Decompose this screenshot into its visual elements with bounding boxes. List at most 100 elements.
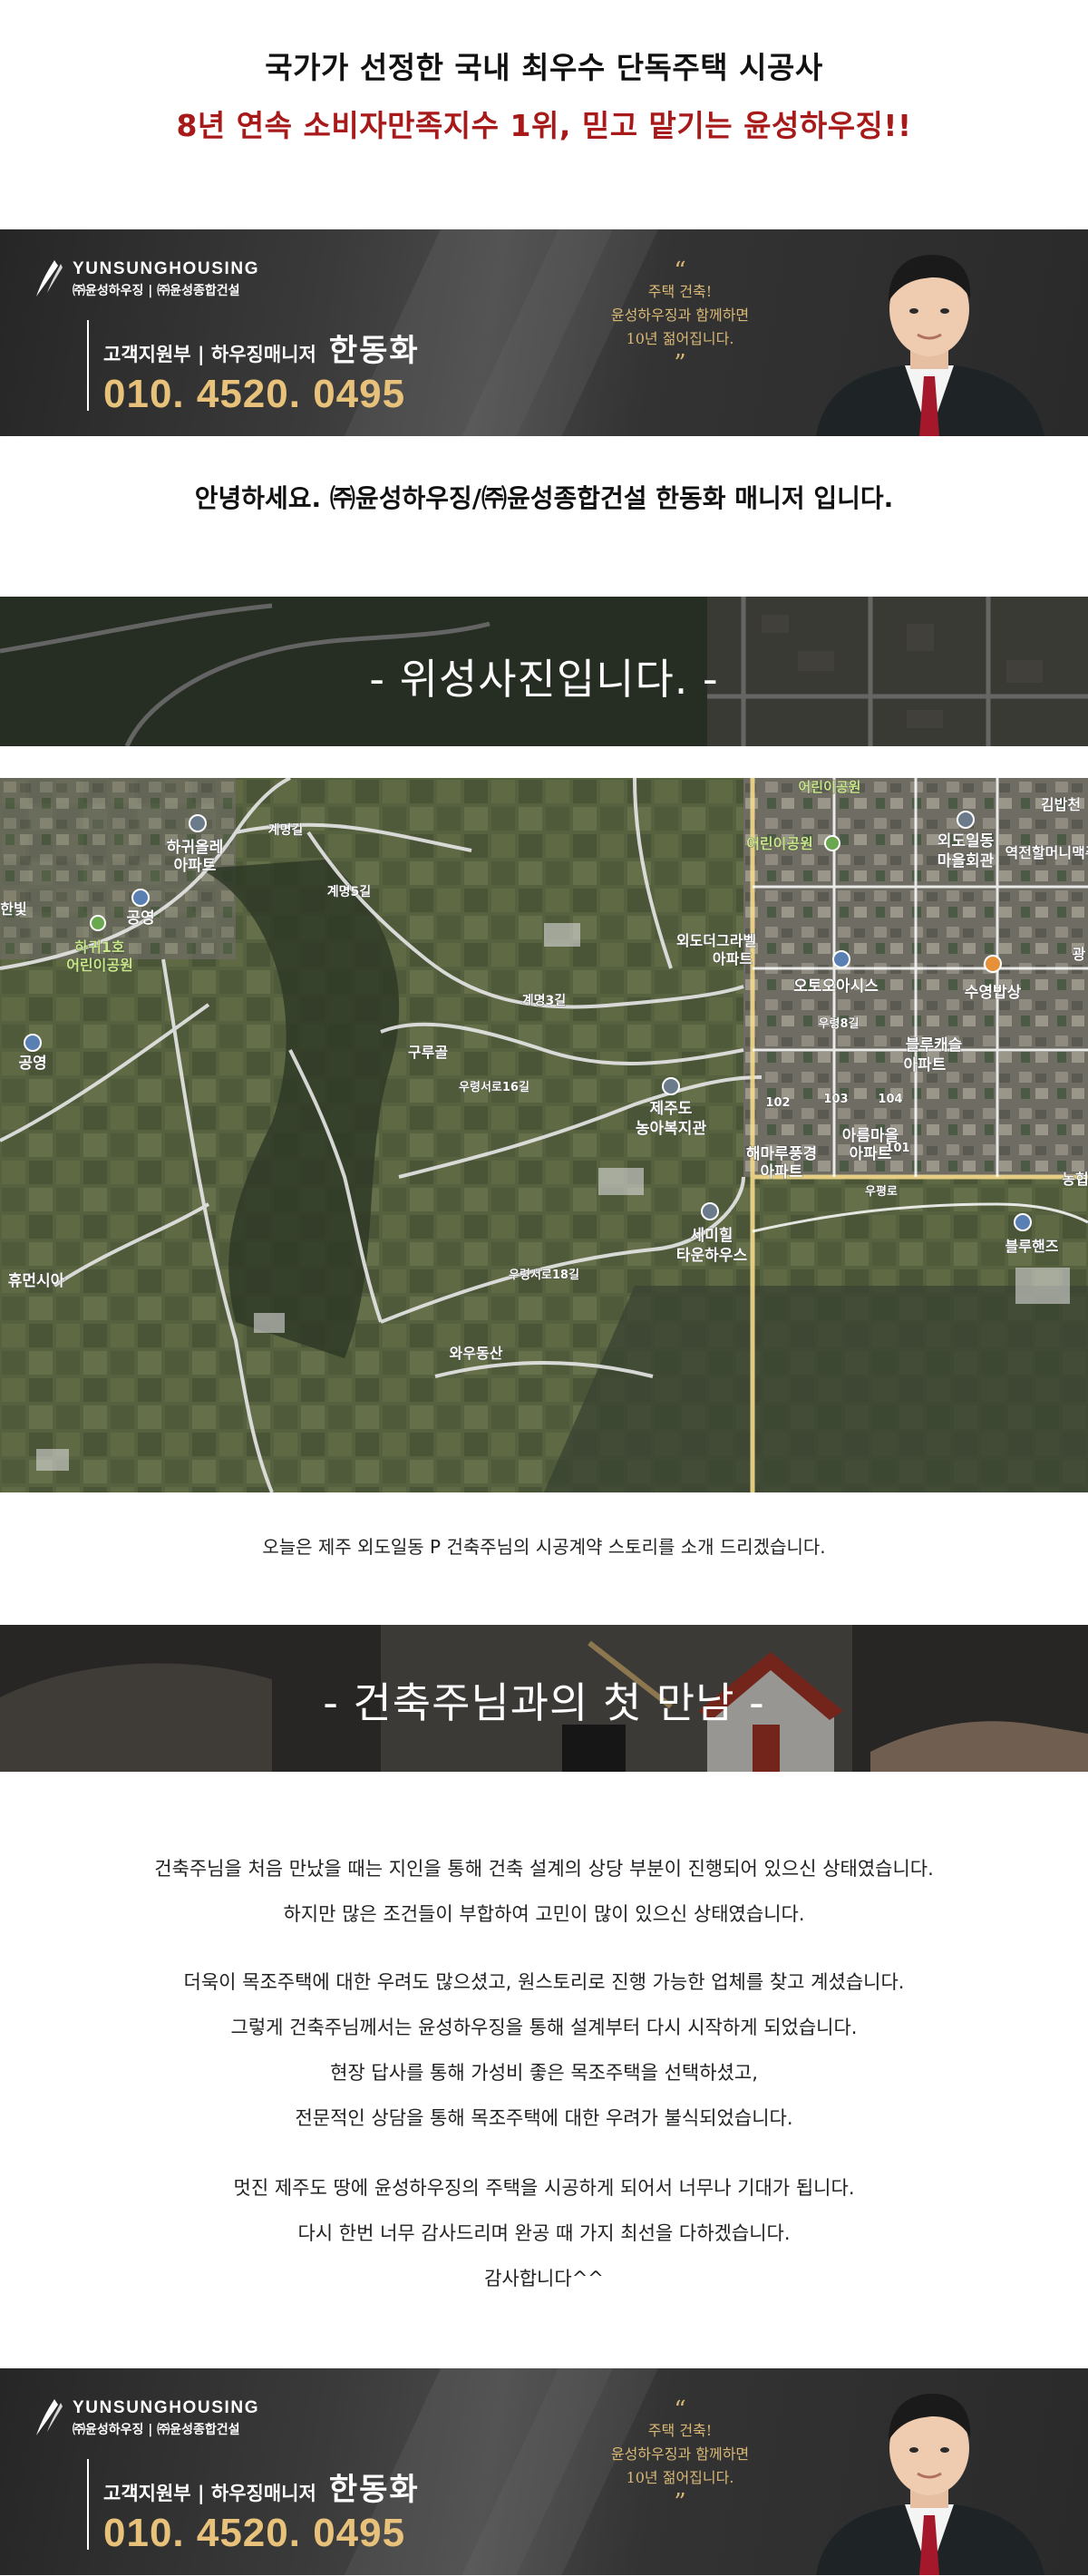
map-label: 계명길 bbox=[268, 822, 304, 838]
quote-close-icon: ” bbox=[674, 2489, 686, 2516]
manager-banner-top: YUNSUNGHOUSING ㈜윤성하우징 | ㈜윤성종합건설 고객지원부 | … bbox=[0, 229, 1088, 436]
map-label: 세미힐 bbox=[691, 1226, 733, 1245]
restaurant-marker-icon bbox=[984, 955, 1002, 973]
intro-slogan: 8년 연속 소비자만족지수 1위, 믿고 맡기는 윤성하우징!! bbox=[176, 108, 912, 143]
map-label: 아파트 bbox=[174, 857, 217, 875]
map-label: 계명5길 bbox=[327, 884, 371, 899]
map-label: 오토오아시스 bbox=[793, 977, 879, 996]
manager-portrait bbox=[798, 2368, 1061, 2575]
quote-line: 10년 젊어집니다. bbox=[626, 2469, 734, 2486]
map-label: 수영밥상 bbox=[965, 984, 1022, 1002]
map-label: 어린이공원 bbox=[66, 957, 133, 974]
map-label: 제주도 bbox=[650, 1100, 693, 1118]
map-label: 휴먼시아 bbox=[8, 1271, 65, 1290]
building-marker-icon bbox=[662, 1077, 680, 1095]
map-label: 타운하우스 bbox=[676, 1247, 748, 1265]
company-logo: YUNSUNGHOUSING ㈜윤성하우징 | ㈜윤성종합건설 bbox=[31, 2396, 259, 2441]
contact-name: 한동화 bbox=[328, 333, 420, 369]
quote-close-icon: ” bbox=[674, 350, 686, 377]
map-label: 구루골 bbox=[408, 1044, 448, 1061]
map-label: 103 bbox=[823, 1093, 848, 1106]
map-label: 우령8길 bbox=[819, 1017, 860, 1031]
car-service-marker-icon bbox=[1014, 1213, 1032, 1231]
quote-line: 주택 건축! bbox=[647, 283, 713, 300]
map-label: 와우동산 bbox=[450, 1345, 503, 1362]
story-line: 더욱이 목조주택에 대한 우려도 많으셨고, 원스토리로 진행 가능한 업체를 … bbox=[183, 1971, 905, 1993]
map-label: 어린이공원 bbox=[746, 835, 813, 852]
story-line: 다시 한번 너무 감사드리며 완공 때 가지 최선을 다하겠습니다. bbox=[297, 2222, 791, 2244]
contact-role: 고객지원부 | 하우징매니저 bbox=[103, 2483, 316, 2504]
parking-marker-icon bbox=[24, 1034, 42, 1052]
map-label: 하귀1호 bbox=[74, 938, 125, 956]
car-service-marker-icon bbox=[832, 950, 850, 968]
building-marker-icon bbox=[957, 811, 975, 829]
contact-block: 고객지원부 | 하우징매니저 한동화 010. 4520. 0495 bbox=[87, 320, 420, 416]
map-label: 농협 bbox=[1062, 1171, 1088, 1188]
story-line: 전문적인 상담을 통해 목조주택에 대한 우려가 불식되었습니다. bbox=[295, 2107, 793, 2129]
apartment-marker-icon bbox=[189, 814, 207, 832]
map-label: 101 bbox=[885, 1142, 909, 1155]
meeting-title-strip: - 건축주님과의 첫 만남 - bbox=[0, 1625, 1088, 1772]
contact-phone[interactable]: 010. 4520. 0495 bbox=[103, 372, 420, 417]
story-line: 그렇게 건축주님께서는 윤성하우징을 통해 설계부터 다시 시작하게 되었습니다… bbox=[230, 2017, 858, 2038]
map-label: 외도더그라벨 bbox=[676, 932, 756, 949]
map-label: 아파트 bbox=[713, 950, 753, 967]
map-label: 블루핸즈 bbox=[1005, 1238, 1059, 1255]
logo-korean: ㈜윤성하우징 | ㈜윤성종합건설 bbox=[73, 2423, 240, 2437]
story-line: 현장 답사를 통해 가성비 좋은 목조주택을 선택하셨고, bbox=[330, 2062, 758, 2084]
satellite-title-strip: - 위성사진입니다. - bbox=[0, 597, 1088, 746]
logo-korean: ㈜윤성하우징 | ㈜윤성종합건설 bbox=[73, 284, 240, 298]
map-label: 광 bbox=[1073, 946, 1086, 963]
contact-name: 한동화 bbox=[328, 2472, 420, 2508]
map-label: 아파트 bbox=[904, 1056, 947, 1074]
banner-quote: “ 주택 건축! 윤성하우징과 함께하면 10년 젊어집니다. ” bbox=[562, 258, 798, 377]
manager-banner-bottom: YUNSUNGHOUSING ㈜윤성하우징 | ㈜윤성종합건설 고객지원부 | … bbox=[0, 2368, 1088, 2575]
quote-line: 윤성하우징과 함께하면 bbox=[610, 306, 750, 324]
story-line: 하지만 많은 조건들이 부합하여 고민이 많이 있으신 상태였습니다. bbox=[283, 1903, 805, 1925]
map-label: 블루캐슬 bbox=[906, 1036, 963, 1055]
contact-phone[interactable]: 010. 4520. 0495 bbox=[103, 2511, 420, 2556]
logo-english: YUNSUNGHOUSING bbox=[73, 2398, 260, 2417]
story-caption: 오늘은 제주 외도일동 P 건축주님의 시공계약 스토리를 소개 드리겠습니다. bbox=[262, 1536, 826, 1558]
company-logo: YUNSUNGHOUSING ㈜윤성하우징 | ㈜윤성종합건설 bbox=[31, 257, 259, 302]
logo-mark-icon bbox=[31, 2396, 67, 2441]
map-label: 김밥천 bbox=[1041, 796, 1081, 813]
map-label: 우평로 bbox=[865, 1184, 898, 1199]
logo-mark-icon bbox=[31, 257, 67, 302]
map-label: 우령서로16길 bbox=[459, 1081, 529, 1094]
contact-block: 고객지원부 | 하우징매니저 한동화 010. 4520. 0495 bbox=[87, 2459, 420, 2555]
satellite-map: 하귀올레 아파트 계명길 계명5길 계명3길 한빛 공영 하귀1호 어린이공원 … bbox=[0, 778, 1088, 1492]
map-label: 역전할머니맥주 bbox=[1005, 844, 1088, 861]
quote-open-icon: “ bbox=[674, 258, 686, 285]
map-label: 102 bbox=[765, 1096, 790, 1110]
map-label: 공영 bbox=[18, 1055, 46, 1073]
map-label: 하귀올레 bbox=[167, 839, 224, 857]
map-label: 농아복지관 bbox=[636, 1120, 707, 1138]
quote-open-icon: “ bbox=[674, 2396, 686, 2424]
building-marker-icon bbox=[701, 1202, 719, 1220]
contact-role: 고객지원부 | 하우징매니저 bbox=[103, 344, 316, 365]
intro-headline: 국가가 선정한 국내 최우수 단독주택 시공사 bbox=[265, 50, 823, 85]
page: 국가가 선정한 국내 최우수 단독주택 시공사 8년 연속 소비자만족지수 1위… bbox=[0, 0, 1088, 2576]
map-label: 우령서로18길 bbox=[509, 1269, 579, 1282]
greeting-text: 안녕하세요. ㈜윤성하우징/㈜윤성종합건설 한동화 매니저 입니다. bbox=[194, 483, 894, 513]
map-label: 한빛 bbox=[0, 900, 26, 918]
manager-portrait bbox=[798, 229, 1061, 436]
quote-line: 10년 젊어집니다. bbox=[626, 330, 734, 347]
park-marker-icon bbox=[824, 835, 840, 851]
meeting-section-title: - 건축주님과의 첫 만남 - bbox=[323, 1678, 765, 1727]
quote-line: 윤성하우징과 함께하면 bbox=[610, 2445, 750, 2463]
map-label: 해마루풍경 bbox=[746, 1145, 817, 1163]
map-label: 어린이공원 bbox=[798, 779, 860, 795]
banner-quote: “ 주택 건축! 윤성하우징과 함께하면 10년 젊어집니다. ” bbox=[562, 2396, 798, 2516]
map-label: 104 bbox=[878, 1093, 902, 1106]
story-line: 감사합니다^^ bbox=[484, 2268, 604, 2289]
map-label: 공영 bbox=[126, 909, 154, 928]
quote-line: 주택 건축! bbox=[647, 2422, 713, 2439]
map-label: 외도일동 bbox=[937, 832, 995, 851]
parking-marker-icon bbox=[131, 889, 150, 907]
map-label: 계명3길 bbox=[522, 993, 566, 1008]
map-label: 아파트 bbox=[761, 1163, 803, 1181]
story-line: 건축주님을 처음 만났을 때는 지인을 통해 건축 설계의 상당 부분이 진행되… bbox=[154, 1858, 934, 1880]
story-line: 멋진 제주도 땅에 윤성하우징의 주택을 시공하게 되어서 너무나 기대가 됩니… bbox=[233, 2177, 855, 2199]
